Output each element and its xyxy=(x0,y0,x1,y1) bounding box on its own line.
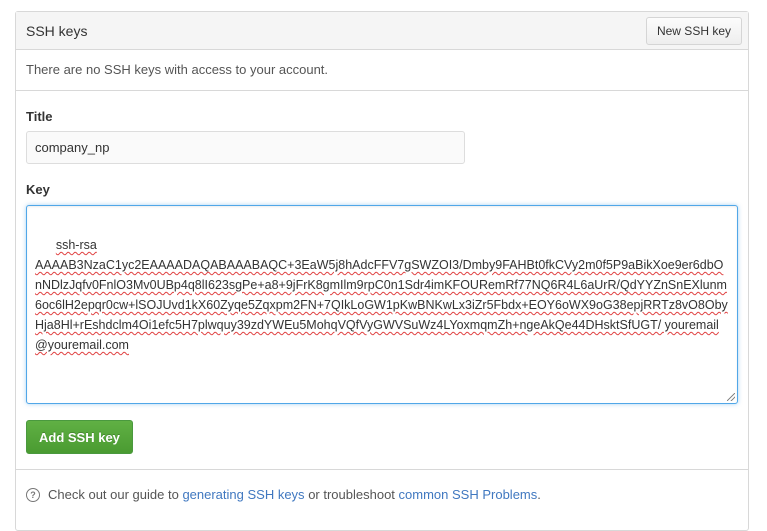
panel-header: SSH keys New SSH key xyxy=(16,12,748,50)
resize-grip-icon[interactable] xyxy=(727,393,735,401)
panel-title: SSH keys xyxy=(26,22,88,39)
add-key-form: Title Key ssh-rsa AAAAB3NzaC1yc2EAAAADAQ… xyxy=(16,109,748,454)
key-text: ssh-rsa AAAAB3NzaC1yc2EAAAADAQABAAABAQC+… xyxy=(35,238,728,352)
new-ssh-key-button[interactable]: New SSH key xyxy=(645,16,742,45)
footer-suffix-text: . xyxy=(537,487,541,502)
common-ssh-problems-link[interactable]: common SSH Problems xyxy=(399,487,538,502)
title-input[interactable] xyxy=(26,131,465,164)
empty-keys-message: There are no SSH keys with access to you… xyxy=(16,50,748,91)
generating-ssh-keys-link[interactable]: generating SSH keys xyxy=(182,487,304,502)
footer-middle-text: or troubleshoot xyxy=(308,487,395,502)
title-label: Title xyxy=(26,109,53,124)
key-label: Key xyxy=(26,182,50,197)
footer-prefix-text: Check out our guide to xyxy=(48,487,179,502)
ssh-keys-panel: SSH keys New SSH key There are no SSH ke… xyxy=(15,11,749,531)
help-footer: ? Check out our guide to generating SSH … xyxy=(16,469,748,502)
key-textarea[interactable]: ssh-rsa AAAAB3NzaC1yc2EAAAADAQABAAABAQC+… xyxy=(26,205,738,404)
question-circle-icon: ? xyxy=(26,487,40,502)
add-ssh-key-button[interactable]: Add SSH key xyxy=(26,420,133,454)
